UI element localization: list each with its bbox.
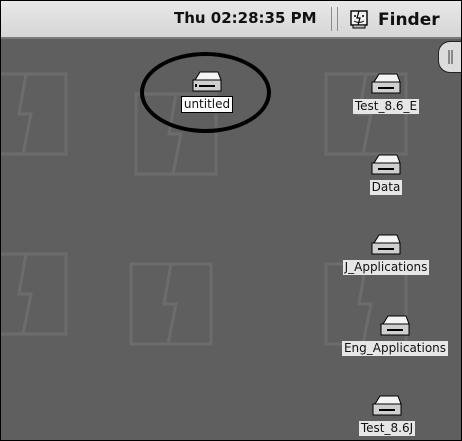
annotation-circle — [140, 52, 271, 133]
finder-watermark-icon — [1, 252, 68, 336]
desktop-icon-test-8-6j[interactable]: Test_8.6J — [351, 395, 423, 436]
desktop-icon-eng-applications[interactable]: Eng_Applications — [330, 315, 460, 356]
finder-watermark-icon — [129, 262, 213, 346]
menu-bar-clock[interactable]: Thu 02:28:35 PM — [174, 9, 317, 27]
grip-icon — [448, 50, 453, 64]
desktop-icon-data[interactable]: Data — [363, 154, 409, 195]
application-menu-label: Finder — [378, 10, 440, 30]
menu-bar-divider — [331, 7, 338, 31]
hard-drive-icon — [371, 73, 401, 94]
desktop-icon-label: Test_8.6_E — [352, 99, 420, 114]
desktop-icon-label: Data — [369, 180, 403, 195]
collapsed-control-strip-tab[interactable] — [438, 41, 461, 73]
desktop-icon-label: Test_8.6J — [358, 421, 416, 436]
hard-drive-icon — [380, 315, 410, 336]
desktop-icon-label: J_Applications — [342, 260, 430, 275]
hard-drive-icon — [372, 395, 402, 416]
application-menu[interactable]: Finder — [348, 7, 440, 33]
finder-icon — [350, 10, 368, 29]
desktop-icon-test-8-6-e[interactable]: Test_8.6_E — [348, 73, 424, 114]
hard-drive-icon — [371, 154, 401, 175]
hard-drive-icon — [371, 234, 401, 255]
screen: Thu 02:28:35 PM Finder untitled Test_8.6… — [0, 0, 462, 441]
desktop-icon-label: Eng_Applications — [341, 341, 449, 356]
menu-bar: Thu 02:28:35 PM Finder — [1, 1, 461, 39]
finder-watermark-icon — [1, 72, 68, 156]
desktop-icon-j-applications[interactable]: J_Applications — [336, 234, 436, 275]
